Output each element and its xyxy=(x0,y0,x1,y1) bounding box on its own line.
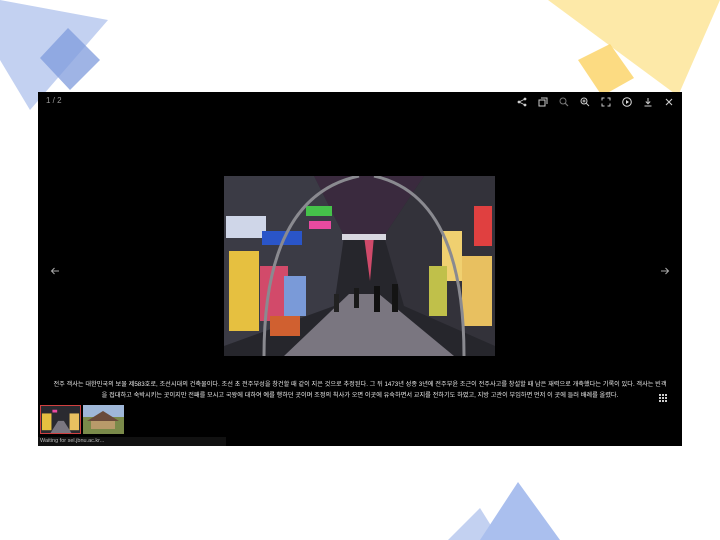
arrow-right-icon xyxy=(661,267,670,275)
download-icon xyxy=(644,98,651,107)
zoom-out-icon xyxy=(559,97,568,107)
thumbnail-toggle-button[interactable] xyxy=(658,390,668,402)
share-button[interactable] xyxy=(512,94,531,110)
image-viewer: 1 / 2 전주 객사는 대한민국의 보물 제583호로, 조선시대의 건축물이… xyxy=(38,92,682,446)
decor-bottom xyxy=(448,482,560,540)
download-button[interactable] xyxy=(638,94,657,110)
arrow-left-icon xyxy=(50,267,59,275)
zoom-out-button[interactable] xyxy=(554,94,573,110)
decor-top-right xyxy=(548,0,720,96)
fullscreen-icon xyxy=(601,97,610,107)
close-button[interactable] xyxy=(659,94,678,110)
image-caption: 전주 객사는 대한민국의 보물 제583호로, 조선시대의 건축물이다. 조선 … xyxy=(53,381,667,399)
zoom-in-button[interactable] xyxy=(575,94,594,110)
image-counter: 1 / 2 xyxy=(46,96,62,105)
thumbnail-1[interactable] xyxy=(40,405,81,434)
thumbnail-strip xyxy=(38,405,240,441)
prev-button[interactable] xyxy=(46,262,64,280)
zoom-in-icon xyxy=(580,97,589,107)
close-icon xyxy=(665,98,672,106)
play-button[interactable] xyxy=(617,94,636,110)
next-button[interactable] xyxy=(656,262,674,280)
play-icon xyxy=(621,97,632,107)
share-icon xyxy=(517,97,526,107)
viewer-toolbar xyxy=(512,94,678,110)
fullscreen-button[interactable] xyxy=(596,94,615,110)
grid-icon xyxy=(659,394,667,402)
main-photo xyxy=(224,176,495,356)
thumbnail-2[interactable] xyxy=(83,405,124,434)
slideshow-button[interactable] xyxy=(533,94,552,110)
loading-status: Waiting for sel.jbnu.ac.kr... xyxy=(38,437,226,446)
slideshow-icon xyxy=(538,97,547,107)
